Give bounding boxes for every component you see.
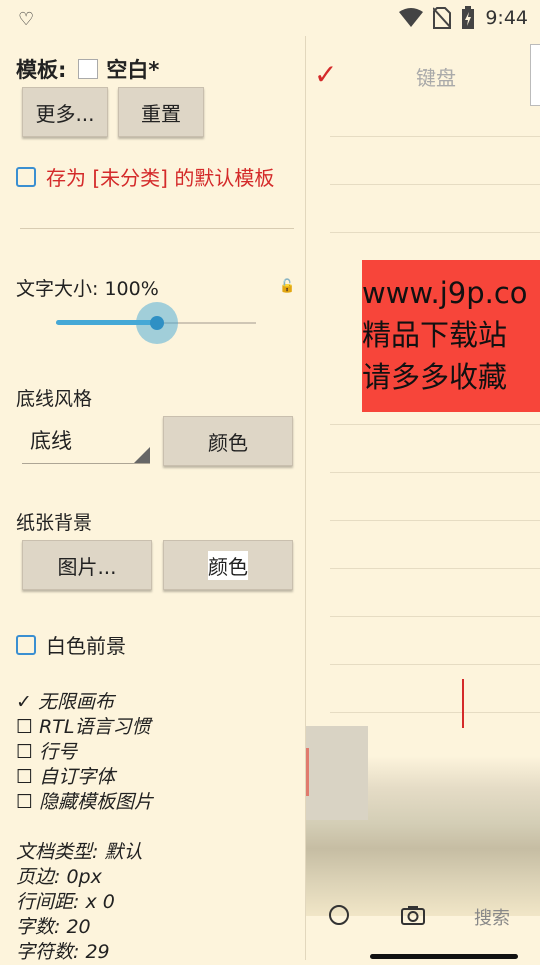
- paper-line: [330, 424, 540, 425]
- options-list: ✓ 无限画布 ☐ RTL语言习惯 ☐ 行号 ☐ 自订字体 ☐ 隐藏模板图片: [16, 690, 153, 815]
- doc-char-count: 字符数: 29: [16, 941, 110, 963]
- underline-style-value: 底线: [30, 428, 72, 453]
- record-circle-icon[interactable]: [328, 904, 350, 926]
- editor-area[interactable]: ✓ 键盘 www.j9p.co 精品下载站 请多多收藏 搜索: [306, 36, 540, 960]
- highlighted-text-block[interactable]: www.j9p.co 精品下载站 请多多收藏: [362, 260, 540, 412]
- white-foreground-checkbox[interactable]: [16, 634, 36, 655]
- paper-line: [330, 472, 540, 473]
- search-button[interactable]: 搜索: [474, 904, 510, 930]
- save-default-checkbox[interactable]: [16, 166, 36, 187]
- section-divider: [20, 228, 294, 229]
- text-size-label: 文字大小: 100%: [16, 278, 159, 300]
- option-hide-template-image[interactable]: ☐ 隐藏模板图片: [16, 790, 153, 815]
- paper-line: [330, 184, 540, 185]
- paper-background-label: 纸张背景: [16, 512, 93, 534]
- reset-button[interactable]: 重置: [118, 87, 204, 137]
- image-tile-edge: [306, 748, 309, 796]
- template-row: 模板: 空白*: [16, 54, 159, 84]
- more-button[interactable]: 更多...: [22, 87, 108, 137]
- wifi-icon: [399, 8, 424, 27]
- text-cursor: [462, 679, 464, 728]
- keyboard-toggle[interactable]: 键盘: [416, 62, 456, 91]
- heart-outline-icon: ♡: [18, 9, 35, 30]
- paper-line: [330, 136, 540, 137]
- gesture-nav-bar[interactable]: [370, 954, 518, 959]
- option-rtl[interactable]: ☐ RTL语言习惯: [16, 715, 153, 740]
- text-size-slider-thumb[interactable]: [150, 316, 164, 330]
- text-line: 精品下载站: [362, 318, 508, 352]
- paper-color-label: 颜色: [208, 550, 248, 580]
- paper-line: [330, 664, 540, 665]
- paper-line: [330, 712, 540, 713]
- paper-line: [330, 568, 540, 569]
- unlock-icon[interactable]: 🔓: [279, 279, 295, 294]
- save-default-label: 存为 [未分类] 的默认模板: [46, 166, 275, 190]
- camera-icon[interactable]: [400, 904, 426, 926]
- doc-word-count: 字数: 20: [16, 916, 91, 938]
- editor-bottom-bar: 搜索: [306, 876, 540, 960]
- image-tile: [306, 726, 368, 820]
- paper-line: [330, 616, 540, 617]
- template-value[interactable]: 空白*: [106, 54, 159, 84]
- no-sim-icon: [433, 7, 452, 29]
- underline-style-dropdown[interactable]: 底线: [22, 416, 150, 464]
- white-foreground-label: 白色前景: [46, 634, 126, 658]
- underline-color-button[interactable]: 颜色: [163, 416, 293, 466]
- doc-type: 文档类型: 默认: [16, 841, 143, 863]
- text-line: www.j9p.co: [362, 276, 528, 310]
- paper-color-button[interactable]: 颜色: [163, 540, 293, 590]
- battery-charging-icon: [462, 6, 475, 29]
- option-infinite-canvas[interactable]: ✓ 无限画布: [16, 690, 153, 715]
- toolbar-edge-box[interactable]: [530, 44, 540, 106]
- option-custom-font[interactable]: ☐ 自订字体: [16, 765, 153, 790]
- document-info: 文档类型: 默认 页边: 0px 行间距: x 0 字数: 20 字符数: 29: [16, 840, 142, 965]
- doc-margin: 页边: 0px: [16, 866, 102, 888]
- clock: 9:44: [485, 7, 528, 29]
- dropdown-arrow-icon: [134, 447, 150, 463]
- white-foreground-checkbox-row[interactable]: 白色前景: [16, 630, 126, 659]
- confirm-check-icon[interactable]: ✓: [314, 58, 337, 91]
- text-line: 请多多收藏: [362, 360, 508, 394]
- underline-style-label: 底线风格: [16, 388, 93, 410]
- template-swatch[interactable]: [78, 59, 99, 79]
- option-line-numbers[interactable]: ☐ 行号: [16, 740, 153, 765]
- status-icons: 9:44: [399, 5, 528, 31]
- save-default-checkbox-row[interactable]: 存为 [未分类] 的默认模板: [16, 162, 274, 191]
- paper-line: [330, 520, 540, 521]
- status-bar: ♡ 9:44: [0, 0, 540, 36]
- template-label: 模板:: [16, 58, 67, 82]
- doc-line-spacing: 行间距: x 0: [16, 891, 115, 913]
- paper-line: [330, 232, 540, 233]
- paper-image-button[interactable]: 图片...: [22, 540, 152, 590]
